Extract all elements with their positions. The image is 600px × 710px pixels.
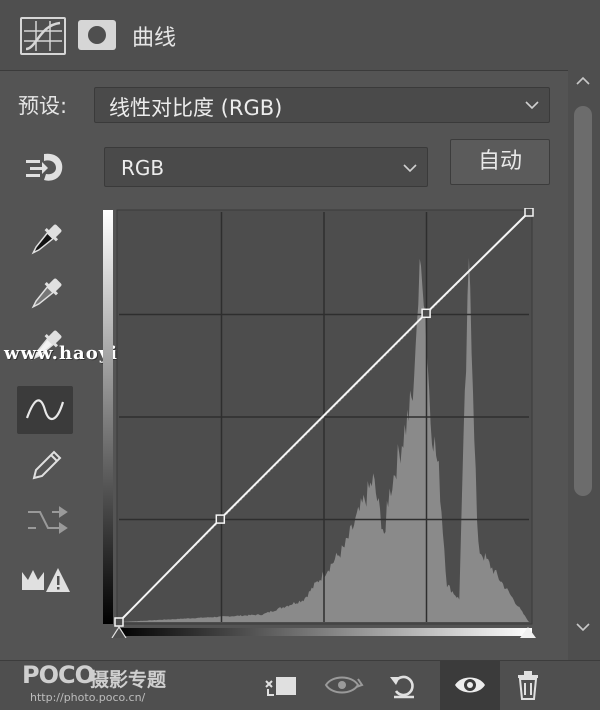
panel-header: 曲线 — [0, 0, 600, 71]
poco-logo: POCO — [22, 661, 95, 689]
scroll-down-icon[interactable] — [575, 622, 591, 632]
preset-label: 预设: — [18, 94, 68, 118]
curve-control-point[interactable] — [421, 308, 431, 319]
smooth-curve-icon — [24, 500, 68, 540]
poco-url: http://photo.poco.cn/ — [30, 691, 146, 704]
curve-control-point[interactable] — [114, 617, 124, 627]
toggle-visibility-button[interactable] — [440, 661, 500, 710]
preset-dropdown[interactable]: 线性对比度 (RGB) — [94, 87, 550, 123]
gray-point-eyedropper-icon[interactable] — [26, 274, 66, 314]
curve-control-point[interactable] — [215, 514, 226, 524]
scrollbar[interactable] — [568, 70, 600, 660]
pencil-icon[interactable] — [26, 446, 66, 486]
poco-logo-subtitle: 摄影专题 — [90, 669, 167, 691]
curves-adjustment-icon[interactable] — [20, 17, 66, 55]
chevron-down-icon — [525, 101, 539, 110]
panel-footer: POCO 摄影专题 http://photo.poco.cn/ — [0, 660, 600, 710]
input-gradient-bar — [117, 628, 532, 636]
scroll-up-icon[interactable] — [575, 76, 591, 86]
edit-points-curve-tool[interactable] — [17, 386, 73, 434]
reset-icon[interactable] — [386, 669, 422, 701]
auto-button[interactable]: 自动 — [450, 139, 550, 185]
black-point-eyedropper-icon[interactable] — [26, 220, 66, 260]
clip-to-layer-icon[interactable] — [262, 669, 298, 701]
target-adjustment-tool-icon[interactable] — [22, 148, 68, 192]
curves-graph[interactable] — [100, 208, 536, 638]
channel-value: RGB — [121, 156, 165, 180]
curve-control-point[interactable] — [524, 208, 534, 217]
panel-title: 曲线 — [132, 26, 177, 51]
delete-trash-icon[interactable] — [512, 669, 548, 701]
scroll-thumb[interactable] — [574, 106, 592, 496]
preset-value: 线性对比度 (RGB) — [109, 96, 283, 120]
chevron-down-icon — [403, 164, 417, 173]
view-previous-state-icon[interactable] — [322, 669, 366, 701]
layer-mask-icon[interactable] — [78, 20, 116, 50]
curve-wave-icon — [25, 399, 65, 420]
eye-icon — [455, 677, 485, 693]
channel-dropdown[interactable]: RGB — [104, 147, 428, 187]
output-gradient-bar — [103, 210, 113, 624]
clipping-warning-icon[interactable] — [20, 564, 72, 604]
